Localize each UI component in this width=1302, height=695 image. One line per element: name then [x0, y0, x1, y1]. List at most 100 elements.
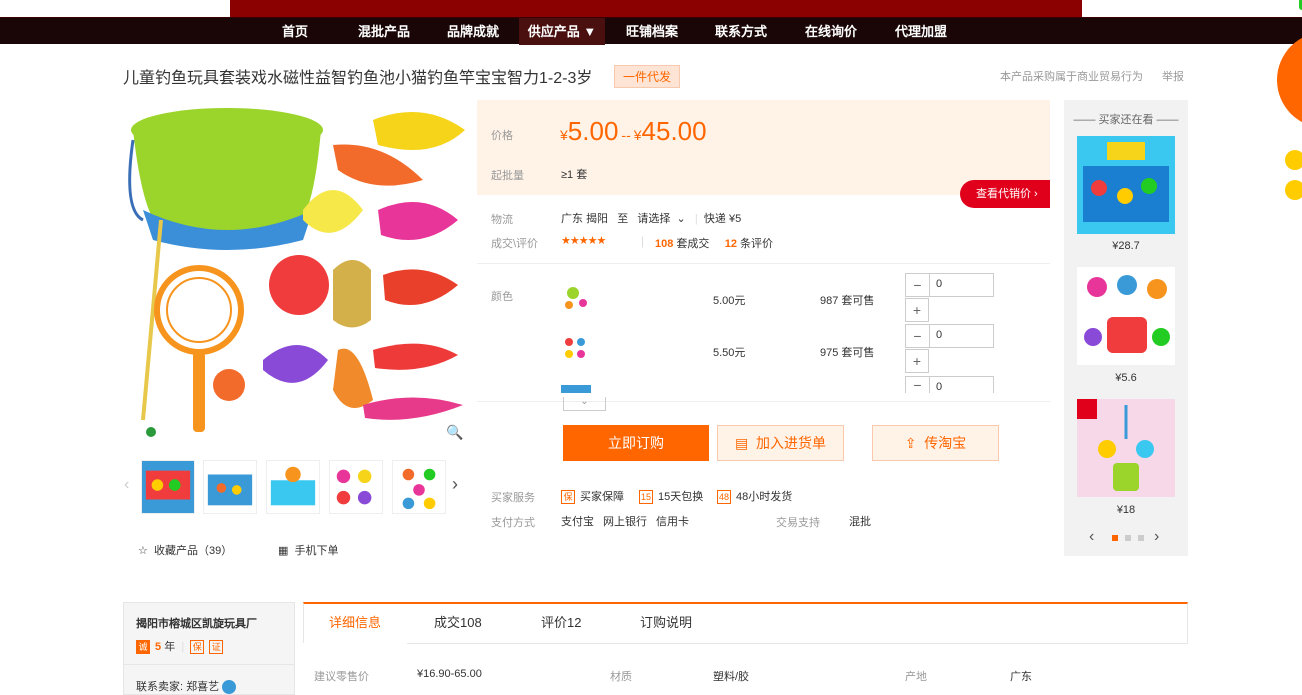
- also-viewed-price: ¥18: [1116, 504, 1136, 516]
- also-viewed-item-2[interactable]: [1077, 267, 1175, 365]
- nav-inquiry[interactable]: 在线询价: [795, 18, 867, 45]
- minus-icon[interactable]: −: [906, 274, 930, 296]
- price-range: ¥5.00 -- ¥45.00: [560, 116, 707, 146]
- view-agent-price-button[interactable]: 查看代销价 ›: [960, 180, 1050, 208]
- add-to-cart-button[interactable]: ▤ 加入进货单: [717, 425, 844, 461]
- sidebar-prev-arrow-icon[interactable]: ‹: [1089, 528, 1094, 546]
- carousel-dot[interactable]: [1125, 535, 1131, 541]
- nav-brand[interactable]: 品牌成就: [437, 18, 509, 45]
- thumbs-next-arrow-icon[interactable]: ›: [452, 474, 458, 495]
- product-title: 儿童钓鱼玩具套装戏水磁性益智钓鱼池小猫钓鱼竿宝宝智力1-2-3岁: [123, 70, 593, 87]
- thumbnail-1[interactable]: [141, 460, 195, 514]
- quantity-stepper[interactable]: − 0: [905, 324, 994, 348]
- price-label: 价格: [491, 130, 513, 142]
- exchange-icon: 15: [639, 490, 653, 505]
- pay-alipay: 支付宝: [561, 516, 594, 528]
- logistics-label: 物流: [491, 214, 513, 226]
- detail-value: 广东: [1010, 671, 1032, 683]
- nav-supply-products[interactable]: 供应产品 ▼: [519, 18, 605, 45]
- quantity-stepper[interactable]: − 0: [905, 376, 994, 393]
- service-exchange[interactable]: 15 15天包换: [639, 488, 703, 505]
- quantity-stepper[interactable]: − 0: [905, 273, 994, 297]
- also-viewed-price: ¥5.6: [1115, 372, 1137, 384]
- tab-reviews[interactable]: 评价12: [541, 612, 581, 631]
- service-shipping[interactable]: 48 48小时发货: [717, 488, 792, 505]
- minus-icon[interactable]: −: [906, 325, 930, 347]
- upload-taobao-button[interactable]: ⇪ 传淘宝: [872, 425, 999, 461]
- chevron-down-icon: ⌄: [676, 213, 686, 225]
- minus-icon[interactable]: −: [906, 377, 930, 393]
- thumbnail-5[interactable]: [392, 460, 446, 514]
- also-viewed-item-1[interactable]: [1077, 136, 1175, 234]
- thumbs-prev-arrow-icon[interactable]: ‹: [124, 476, 129, 494]
- nav-mixed-products[interactable]: 混批产品: [348, 18, 420, 45]
- trade-note: 本产品采购属于商业贸易行为: [1000, 71, 1143, 83]
- qr-code-icon: ▦: [278, 545, 289, 557]
- service-label: 买家服务: [491, 492, 535, 504]
- zoom-icon[interactable]: 🔍: [446, 424, 463, 441]
- carousel-dot[interactable]: [1112, 535, 1118, 541]
- tab-transactions[interactable]: 成交108: [434, 612, 482, 631]
- sku-price: 5.00元: [713, 295, 746, 307]
- sales-summary[interactable]: 108 套成交 12 条评价: [655, 235, 773, 251]
- main-nav: 首页 混批产品 品牌成就 供应产品 ▼ 旺铺档案 联系方式 在线询价 代理加盟: [0, 17, 1302, 45]
- guarantee-icon: 保: [561, 490, 575, 505]
- plus-icon[interactable]: +: [905, 298, 929, 322]
- detail-value: 塑料/胶: [713, 671, 750, 683]
- also-viewed-title: —— 买家还在看 ——: [1073, 114, 1179, 126]
- logistics-info: 广东 揭阳 至 请选择 ⌄ | 快递 ¥5: [561, 213, 742, 225]
- active-tab-indicator: [303, 643, 407, 645]
- order-now-button[interactable]: 立即订购: [563, 425, 709, 461]
- clipboard-icon: ▤: [734, 435, 749, 451]
- nav-shop-profile[interactable]: 旺铺档案: [616, 18, 688, 45]
- thumbnail-2[interactable]: [203, 460, 257, 514]
- nav-contact[interactable]: 联系方式: [705, 18, 777, 45]
- batch-label: 起批量: [491, 170, 524, 182]
- star-outline-icon: ☆: [138, 545, 148, 557]
- tab-order-info[interactable]: 订购说明: [640, 612, 692, 631]
- thumbnail-4[interactable]: [329, 460, 383, 514]
- nav-agent[interactable]: 代理加盟: [885, 18, 957, 45]
- contact-seller[interactable]: 联系卖家: 郑喜艺: [136, 678, 237, 695]
- shipping-icon: 48: [717, 490, 731, 505]
- detail-key: 材质: [610, 671, 632, 683]
- sku-stock: 987 套可售: [820, 295, 875, 307]
- guarantee-icon: 保: [190, 640, 205, 655]
- wangwang-chat-icon: [222, 680, 237, 695]
- also-viewed-price: ¥28.7: [1112, 240, 1140, 252]
- main-product-image[interactable]: [123, 100, 465, 445]
- thumbnail-3[interactable]: [266, 460, 320, 514]
- sku-thumb-1[interactable]: [561, 283, 591, 313]
- sku-price: 5.50元: [713, 347, 746, 359]
- plus-icon[interactable]: +: [905, 349, 929, 373]
- sidebar-next-arrow-icon[interactable]: ›: [1154, 528, 1159, 546]
- destination-select[interactable]: 请选择 ⌄: [637, 213, 685, 225]
- shop-name[interactable]: 揭阳市榕城区凯旋玩具厂: [136, 615, 257, 631]
- also-viewed-item-3[interactable]: [1077, 399, 1175, 497]
- trade-support-label: 交易支持: [776, 517, 820, 529]
- mobile-order[interactable]: ▦ 手机下单: [278, 542, 339, 558]
- shop-years: 诚5 年 | 保证: [136, 638, 228, 655]
- sku-stock: 975 套可售: [820, 347, 875, 359]
- carousel-dot[interactable]: [1138, 535, 1144, 541]
- expand-sku-chevron-icon[interactable]: ⌄: [563, 397, 606, 411]
- floating-promo-badge[interactable]: [1275, 0, 1302, 260]
- upload-icon: ⇪: [904, 435, 917, 451]
- trade-support-value: 混批: [849, 516, 871, 528]
- integrity-icon: 诚: [136, 640, 150, 655]
- nav-home[interactable]: 首页: [266, 18, 324, 45]
- sku-thumb-2[interactable]: [561, 334, 591, 364]
- detail-value: ¥16.90-65.00: [417, 668, 482, 680]
- divider: [477, 263, 1050, 264]
- certificate-icon: 证: [209, 640, 224, 655]
- detail-key: 建议零售价: [314, 671, 369, 683]
- batch-value: ≥1 套: [561, 169, 588, 181]
- detail-key: 产地: [905, 671, 927, 683]
- sku-thumb-3[interactable]: [561, 385, 591, 393]
- report-link[interactable]: 举报: [1162, 68, 1184, 84]
- tab-details[interactable]: 详细信息: [329, 612, 381, 631]
- service-guarantee[interactable]: 保买家保障: [561, 488, 624, 505]
- pay-bank: 网上银行: [603, 516, 647, 528]
- favorite-product[interactable]: ☆ 收藏产品（39）: [138, 542, 232, 558]
- pay-credit: 信用卡: [656, 516, 689, 528]
